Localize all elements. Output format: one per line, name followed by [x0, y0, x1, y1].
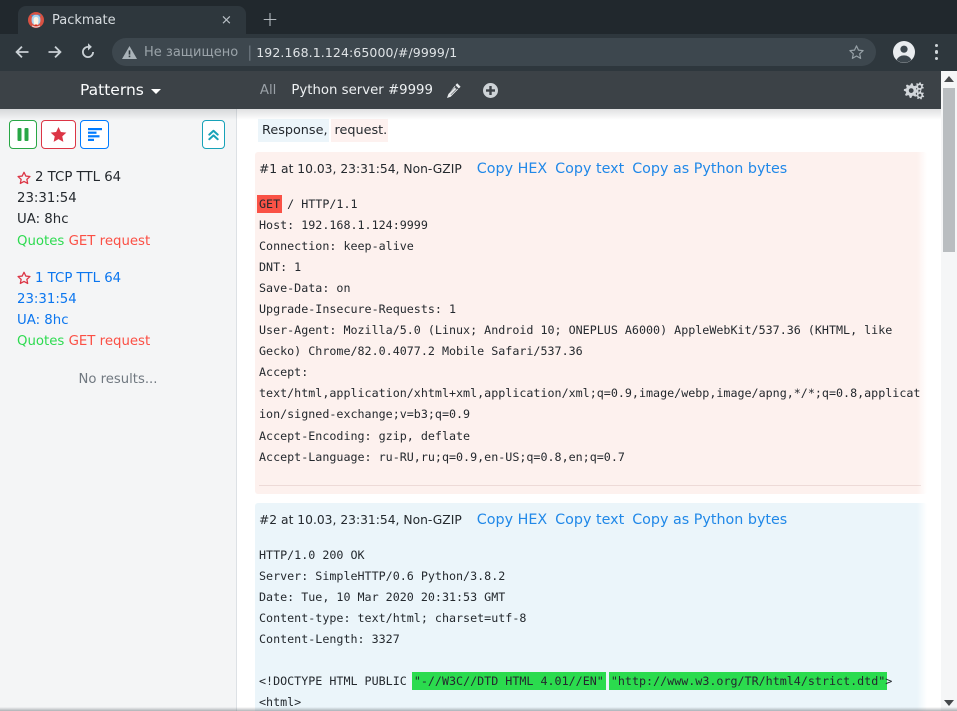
address-bar[interactable]: Не защищено | 192.168.1.124:65000/#/9999…: [112, 38, 876, 66]
stream-item-header: 2 TCP TTL 64: [17, 167, 219, 188]
tab-close-icon[interactable]: ×: [217, 12, 236, 28]
copy-action-link[interactable]: Copy as Python bytes: [632, 161, 787, 177]
packet-body: HTTP/1.0 200 OK Server: SimpleHTTP/0.6 P…: [259, 545, 921, 711]
profile-avatar[interactable]: [893, 41, 915, 67]
patterns-label: Patterns: [80, 81, 144, 99]
collapse-sidebar-button[interactable]: [202, 120, 225, 149]
copy-action-link[interactable]: Copy HEX: [477, 512, 547, 528]
packet-actions: Copy HEX Copy text Copy as Python bytes: [477, 509, 795, 528]
no-results-text: No results...: [0, 372, 236, 387]
browser-tab[interactable]: Packmate ×: [18, 6, 246, 34]
add-service-button[interactable]: [483, 83, 498, 98]
packet-title: #2 at 10.03, 23:31:54, Non-GZIP: [259, 513, 462, 527]
packet-body: GET / HTTP/1.1 Host: 192.168.1.124:9999 …: [259, 194, 921, 468]
favicon-packmate: [28, 12, 44, 28]
scrollbar-thumb[interactable]: [943, 88, 955, 252]
service-title: Python server #9999: [291, 83, 433, 98]
not-secure-warning-icon: [122, 46, 137, 59]
pause-icon: [17, 128, 29, 141]
stream-item-patterns: Quotes GET request: [17, 231, 219, 252]
scrollbar-down-arrow[interactable]: [941, 695, 957, 711]
stream-item-title: 2 TCP TTL 64: [35, 167, 121, 188]
sidebar-controls: [0, 120, 237, 150]
packet-header: #2 at 10.03, 23:31:54, Non-GZIPCopy HEXC…: [259, 509, 921, 528]
highlight-green: "-//W3C//DTD HTML 4.01//EN": [412, 672, 606, 690]
new-tab-button[interactable]: +: [256, 5, 284, 33]
pencil-icon: [446, 82, 462, 98]
stream-sidebar: 2 TCP TTL 6423:31:54UA: 8hcQuotes GET re…: [0, 109, 237, 711]
align-left-icon: [88, 128, 102, 141]
direction-legend: Response,request.: [258, 120, 941, 142]
packet-header: #1 at 10.03, 23:31:54, Non-GZIPCopy HEXC…: [259, 158, 921, 177]
plus-circle-icon: [483, 83, 498, 98]
forward-button[interactable]: [41, 38, 69, 66]
patterns-dropdown[interactable]: Patterns: [80, 81, 161, 99]
back-arrow-icon: [12, 42, 32, 62]
pattern-tag[interactable]: GET request: [69, 334, 151, 349]
copy-action-link[interactable]: Copy text: [555, 161, 624, 177]
favorites-filter-button[interactable]: [41, 120, 76, 149]
legend-request: request.: [331, 119, 389, 142]
reload-button[interactable]: [74, 38, 102, 66]
packet-actions: Copy HEX Copy text Copy as Python bytes: [477, 158, 795, 177]
person-icon: [893, 41, 915, 63]
pattern-tag[interactable]: Quotes: [17, 234, 64, 249]
stream-item-patterns: Quotes GET request: [17, 331, 219, 352]
copy-action-link[interactable]: Copy HEX: [477, 161, 547, 177]
forward-arrow-icon: [45, 42, 65, 62]
packet-card-response: #2 at 10.03, 23:31:54, Non-GZIPCopy HEXC…: [255, 503, 927, 711]
highlight-green: "http://www.w3.org/TR/html4/strict.dtd": [609, 672, 887, 690]
settings-button[interactable]: [903, 82, 925, 104]
packet-card-request: #1 at 10.03, 23:31:54, Non-GZIPCopy HEXC…: [255, 152, 927, 494]
gears-icon: [903, 82, 925, 100]
page-content: 2 TCP TTL 6423:31:54UA: 8hcQuotes GET re…: [0, 109, 941, 711]
back-button[interactable]: [8, 38, 36, 66]
copy-action-link[interactable]: Copy text: [555, 512, 624, 528]
star-filled-icon: [50, 127, 67, 143]
omnibox-separator: |: [247, 43, 252, 61]
menu-dot: [935, 50, 938, 53]
menu-dot: [935, 57, 938, 60]
stream-list: 2 TCP TTL 6423:31:54UA: 8hcQuotes GET re…: [0, 167, 236, 387]
app-header: Patterns All Python server #9999: [0, 71, 941, 109]
angle-double-up-icon: [208, 128, 219, 141]
browser-toolbar: Не защищено | 192.168.1.124:65000/#/9999…: [0, 34, 957, 71]
page-scrollbar[interactable]: [941, 71, 957, 711]
browser-tab-bar: Packmate × +: [0, 0, 957, 34]
all-services-link[interactable]: All: [260, 83, 277, 98]
tab-title: Packmate: [52, 13, 217, 28]
packets-container: #1 at 10.03, 23:31:54, Non-GZIPCopy HEXC…: [237, 152, 941, 711]
security-status[interactable]: Не защищено: [144, 45, 238, 60]
bookmark-star-icon[interactable]: [847, 43, 866, 62]
menu-dot: [935, 44, 938, 47]
url-text[interactable]: 192.168.1.124:65000/#/9999/1: [256, 45, 847, 60]
stream-list-item[interactable]: 1 TCP TTL 6423:31:54UA: 8hcQuotes GET re…: [0, 268, 236, 353]
stream-item-ua: UA: 8hc: [17, 310, 219, 331]
stream-item-ua: UA: 8hc: [17, 209, 219, 230]
stream-item-title: 1 TCP TTL 64: [35, 268, 121, 289]
stream-item-time: 23:31:54: [17, 289, 219, 310]
browser-menu-icon[interactable]: [931, 44, 942, 60]
copy-action-link[interactable]: Copy as Python bytes: [632, 512, 787, 528]
legend-response: Response,: [258, 119, 329, 142]
pattern-tag[interactable]: Quotes: [17, 334, 64, 349]
scrollbar-up-arrow[interactable]: [941, 71, 957, 87]
stream-list-item[interactable]: 2 TCP TTL 6423:31:54UA: 8hcQuotes GET re…: [0, 167, 236, 252]
pattern-tag[interactable]: GET request: [69, 234, 151, 249]
favorite-star-icon[interactable]: [17, 271, 31, 285]
scroll-up-triangle-icon: [944, 76, 954, 82]
reload-icon: [79, 43, 97, 61]
caret-down-icon: [151, 89, 161, 94]
compact-view-button[interactable]: [80, 120, 109, 149]
stream-item-header: 1 TCP TTL 64: [17, 268, 219, 289]
highlight-red: GET: [257, 195, 282, 213]
pause-button[interactable]: [9, 120, 37, 149]
stream-item-time: 23:31:54: [17, 188, 219, 209]
packet-tail: [259, 486, 921, 494]
favorite-star-icon[interactable]: [17, 171, 31, 185]
edit-service-button[interactable]: [446, 82, 462, 98]
packet-view: Response,request. #1 at 10.03, 23:31:54,…: [237, 109, 941, 711]
scroll-down-triangle-icon: [944, 700, 954, 706]
packet-title: #1 at 10.03, 23:31:54, Non-GZIP: [259, 162, 462, 176]
